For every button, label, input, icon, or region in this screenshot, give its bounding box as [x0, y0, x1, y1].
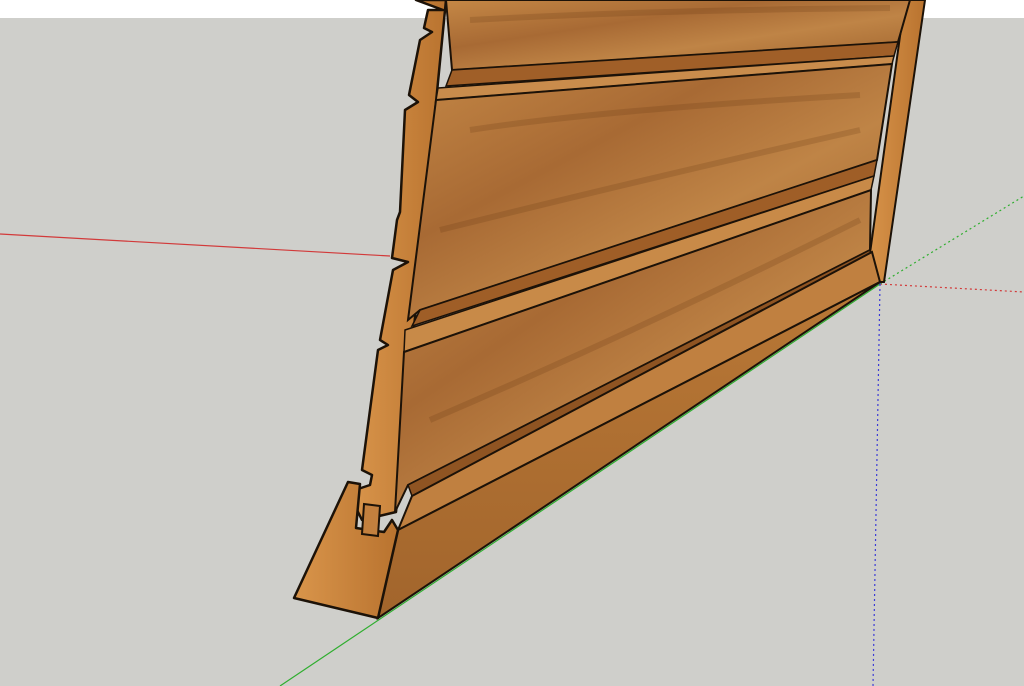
sketchup-viewport[interactable] [0, 0, 1024, 686]
tongue-slot [360, 502, 382, 538]
3d-scene[interactable] [0, 0, 1024, 686]
